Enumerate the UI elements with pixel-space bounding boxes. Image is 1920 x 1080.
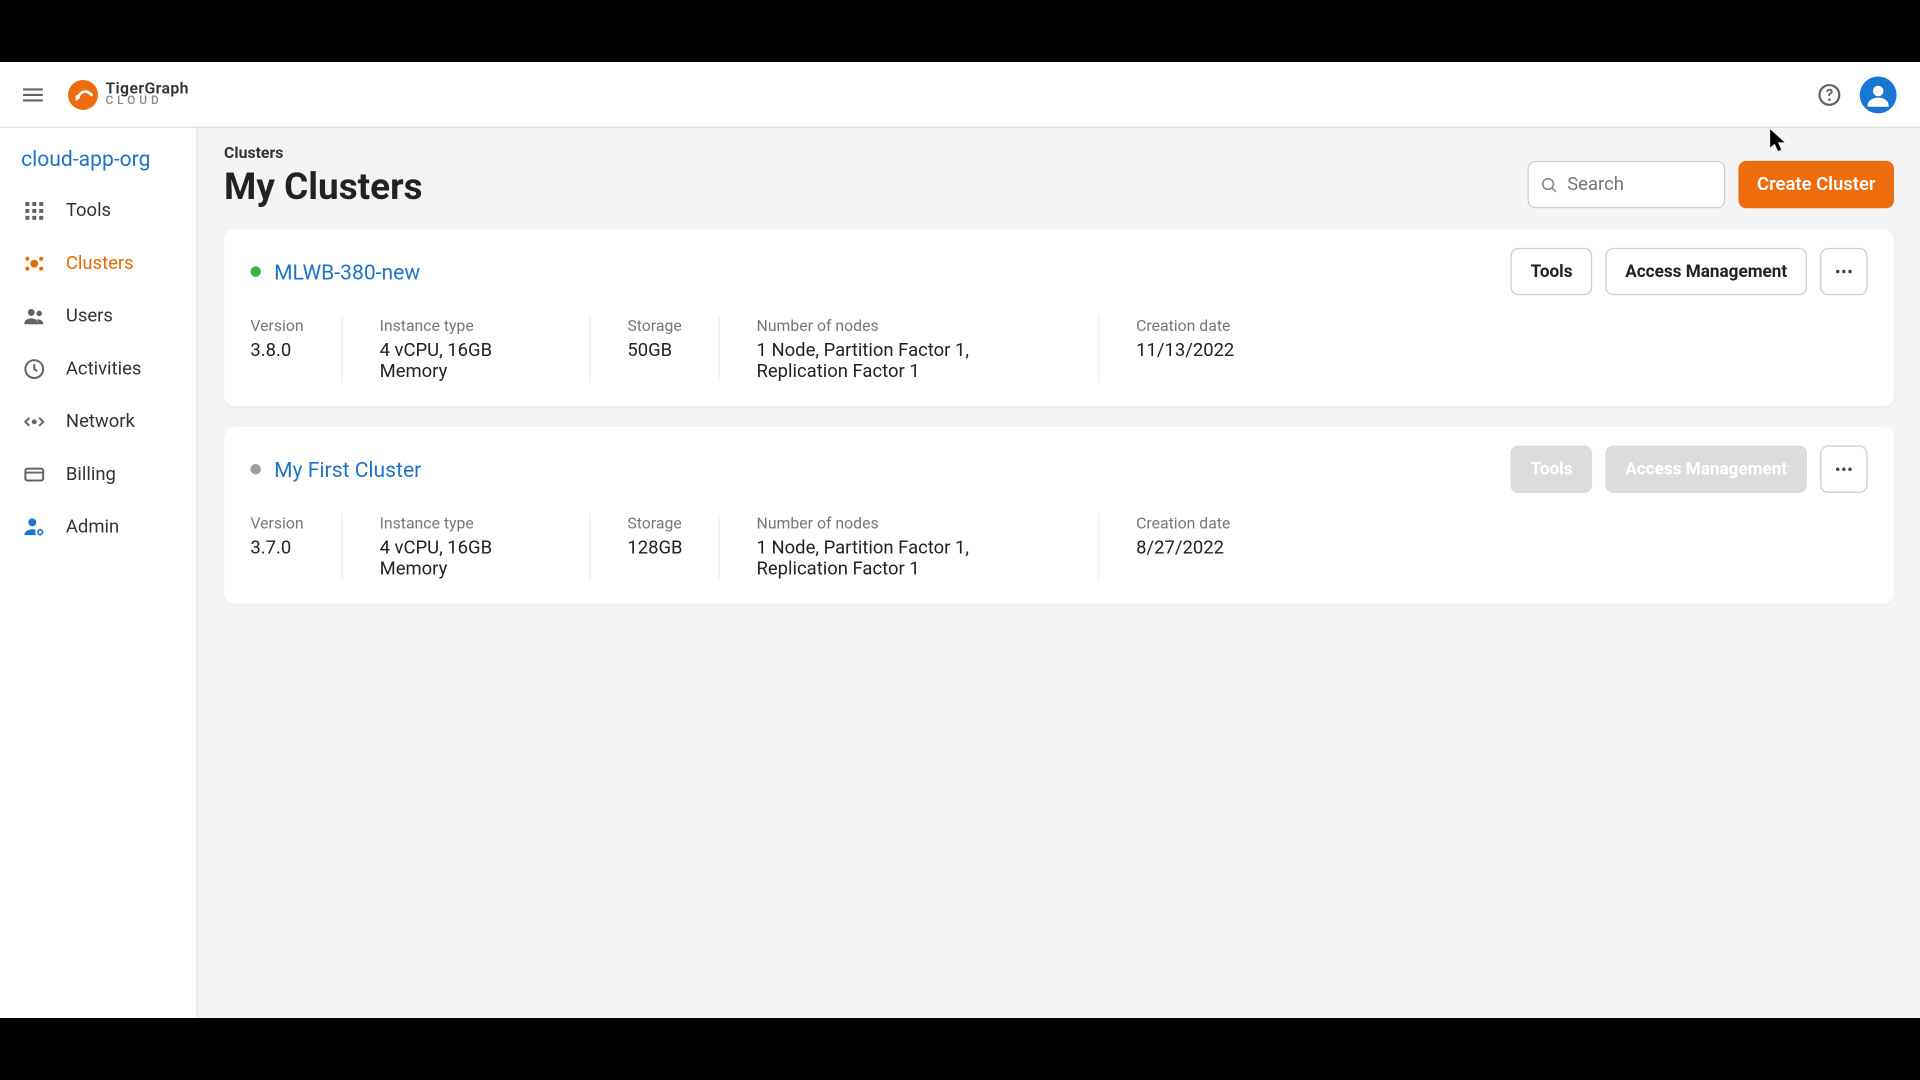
- cluster-name-link[interactable]: My First Cluster: [274, 457, 421, 482]
- cluster-tools-button[interactable]: Tools: [1511, 248, 1592, 295]
- label-version: Version: [250, 514, 304, 532]
- hamburger-icon: [20, 81, 46, 107]
- value-nodes: 1 Node, Partition Factor 1, Replication …: [757, 538, 1061, 580]
- label-storage: Storage: [627, 514, 681, 532]
- more-horizontal-icon: [1833, 261, 1854, 282]
- label-instance-type: Instance type: [380, 316, 553, 334]
- search-icon: [1540, 175, 1560, 195]
- sidebar: cloud-app-org Tools Clusters Users Activ…: [0, 128, 198, 1018]
- more-horizontal-icon: [1833, 459, 1854, 480]
- account-button[interactable]: [1860, 76, 1897, 113]
- cluster-more-button[interactable]: [1820, 248, 1867, 295]
- org-name[interactable]: cloud-app-org: [0, 146, 196, 184]
- menu-toggle-button[interactable]: [13, 75, 53, 115]
- search-box[interactable]: [1528, 161, 1726, 208]
- sidebar-item-label: Network: [66, 411, 135, 432]
- brand-subtitle: CLOUD: [105, 96, 188, 108]
- sidebar-item-users[interactable]: Users: [0, 290, 196, 343]
- label-instance-type: Instance type: [380, 514, 553, 532]
- label-nodes: Number of nodes: [757, 514, 1061, 532]
- value-storage: 128GB: [627, 538, 681, 559]
- credit-card-icon: [21, 461, 47, 487]
- help-icon: [1816, 81, 1842, 107]
- cluster-more-button[interactable]: [1820, 446, 1867, 493]
- help-button[interactable]: [1815, 80, 1844, 109]
- label-creation-date: Creation date: [1136, 514, 1244, 532]
- sidebar-item-activities[interactable]: Activities: [0, 343, 196, 396]
- topbar: TigerGraph CLOUD: [0, 62, 1920, 128]
- cluster-card: My First Cluster Tools Access Management…: [224, 427, 1894, 604]
- sidebar-item-admin[interactable]: Admin: [0, 501, 196, 554]
- status-indicator-stopped: [250, 464, 261, 475]
- cluster-tools-button: Tools: [1511, 446, 1592, 493]
- sidebar-item-clusters[interactable]: Clusters: [0, 237, 196, 290]
- tigergraph-logo-icon: [66, 77, 100, 111]
- sidebar-item-label: Clusters: [66, 253, 134, 274]
- value-creation-date: 11/13/2022: [1136, 340, 1244, 361]
- sidebar-item-network[interactable]: Network: [0, 395, 196, 448]
- main-content: Clusters My Clusters Create Cluster ML: [198, 128, 1920, 1018]
- value-instance-type: 4 vCPU, 16GB Memory: [380, 538, 553, 580]
- cluster-access-management-button: Access Management: [1605, 446, 1807, 493]
- status-indicator-running: [250, 266, 261, 277]
- create-cluster-button[interactable]: Create Cluster: [1739, 161, 1894, 208]
- sidebar-item-label: Tools: [66, 200, 111, 221]
- sidebar-item-label: Activities: [66, 359, 141, 380]
- sidebar-item-label: Users: [66, 306, 113, 327]
- sidebar-item-label: Billing: [66, 464, 116, 485]
- page-title: My Clusters: [224, 165, 423, 208]
- value-instance-type: 4 vCPU, 16GB Memory: [380, 340, 553, 382]
- users-icon: [21, 303, 47, 329]
- clock-icon: [21, 356, 47, 382]
- value-storage: 50GB: [627, 340, 681, 361]
- cluster-icon: [21, 250, 47, 276]
- cluster-access-management-button[interactable]: Access Management: [1605, 248, 1807, 295]
- user-avatar-icon: [1862, 78, 1894, 110]
- admin-icon: [21, 514, 47, 540]
- cluster-name-link[interactable]: MLWB-380-new: [274, 259, 420, 284]
- sidebar-item-billing[interactable]: Billing: [0, 448, 196, 501]
- cluster-card: MLWB-380-new Tools Access Management Ver…: [224, 229, 1894, 406]
- apps-icon: [21, 198, 47, 224]
- sidebar-item-tools[interactable]: Tools: [0, 185, 196, 238]
- sidebar-item-label: Admin: [66, 517, 119, 538]
- label-version: Version: [250, 316, 304, 334]
- brand-name: TigerGraph: [105, 80, 188, 96]
- label-storage: Storage: [627, 316, 681, 334]
- breadcrumb[interactable]: Clusters: [224, 144, 423, 162]
- value-creation-date: 8/27/2022: [1136, 538, 1244, 559]
- label-creation-date: Creation date: [1136, 316, 1244, 334]
- label-nodes: Number of nodes: [757, 316, 1061, 334]
- value-version: 3.7.0: [250, 538, 304, 559]
- value-nodes: 1 Node, Partition Factor 1, Replication …: [757, 340, 1061, 382]
- search-input[interactable]: [1567, 174, 1713, 195]
- value-version: 3.8.0: [250, 340, 304, 361]
- network-icon: [21, 409, 47, 435]
- brand-logo[interactable]: TigerGraph CLOUD: [66, 77, 189, 111]
